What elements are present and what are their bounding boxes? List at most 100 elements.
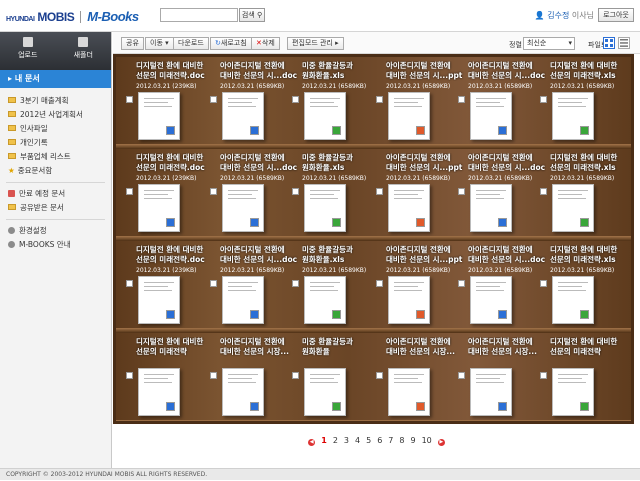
- document-checkbox[interactable]: [126, 372, 133, 379]
- sidebar-folder-important[interactable]: ★ 중요문서함: [0, 164, 111, 178]
- document-thumbnail[interactable]: [138, 276, 180, 324]
- page-number[interactable]: 7: [388, 436, 393, 445]
- document-checkbox[interactable]: [210, 372, 217, 379]
- page-number[interactable]: 2: [333, 436, 338, 445]
- document-item[interactable]: 미중 환율갈등과 원화환율.xls 2012.03.21 (6589KB): [284, 57, 366, 145]
- sidebar-guide[interactable]: M-BOOKS 안내: [0, 238, 111, 252]
- document-item[interactable]: 아이존디지털 전환에 대비한 선문의 시...doc 2012.03.21 (658…: [450, 57, 545, 145]
- share-button[interactable]: 공유: [121, 37, 144, 50]
- document-item[interactable]: 디지털전 환에 대비한 선문의 미래전략.doc 2012.03.21 (239KB…: [118, 149, 205, 237]
- page-number[interactable]: 10: [422, 436, 432, 445]
- brand-logo[interactable]: HYUNDAI MOBIS M-Books: [6, 9, 139, 24]
- refresh-button[interactable]: ↻새로고침: [210, 37, 252, 50]
- sidebar-folder[interactable]: 개인기록: [0, 136, 111, 150]
- sort-select[interactable]: 최신순 ▾: [523, 37, 575, 50]
- page-number[interactable]: 3: [344, 436, 349, 445]
- document-thumbnail[interactable]: [470, 184, 512, 232]
- document-thumbnail[interactable]: [304, 184, 346, 232]
- document-thumbnail[interactable]: [552, 276, 594, 324]
- document-checkbox[interactable]: [376, 280, 383, 287]
- document-checkbox[interactable]: [540, 280, 547, 287]
- document-checkbox[interactable]: [292, 96, 299, 103]
- page-number[interactable]: 8: [399, 436, 404, 445]
- document-item[interactable]: 미중 환율갈등과 원화환율.xls 2012.03.21 (6589KB): [284, 241, 366, 329]
- document-item[interactable]: 디지털전 환에 대비한 선문의 미래전략.xls 2012.03.21 (6589K…: [532, 149, 617, 237]
- document-checkbox[interactable]: [126, 280, 133, 287]
- document-item[interactable]: 아이존디지털 전환에 대비한 선문의 시...doc 2012.03.21 (658…: [450, 149, 545, 237]
- page-number[interactable]: 1: [321, 436, 327, 445]
- document-thumbnail[interactable]: [138, 184, 180, 232]
- document-thumbnail[interactable]: [552, 92, 594, 140]
- page-number[interactable]: 5: [366, 436, 371, 445]
- document-item[interactable]: 아이존디지털 전환에 대비한 선문의 시...doc 2012.03.21 (658…: [202, 241, 297, 329]
- document-thumbnail[interactable]: [388, 368, 430, 416]
- download-button[interactable]: 다운로드: [173, 37, 209, 50]
- document-checkbox[interactable]: [458, 188, 465, 195]
- document-thumbnail[interactable]: [138, 92, 180, 140]
- document-checkbox[interactable]: [376, 372, 383, 379]
- document-item[interactable]: 아이존디지털 전환에 대비한 선문의 시장...: [450, 333, 537, 421]
- sidebar-section-title[interactable]: ▸ 내 문서: [0, 70, 111, 88]
- sidebar-folder[interactable]: 3분기 매출계획: [0, 94, 111, 108]
- document-thumbnail[interactable]: [388, 92, 430, 140]
- document-item[interactable]: 아이존디지털 전환에 대비한 선문의 시...ppt 2012.03.21 (658…: [368, 241, 462, 329]
- document-thumbnail[interactable]: [552, 184, 594, 232]
- document-item[interactable]: 아이존디지털 전환에 대비한 선문의 시장...: [368, 333, 455, 421]
- document-thumbnail[interactable]: [222, 92, 264, 140]
- document-thumbnail[interactable]: [222, 184, 264, 232]
- sidebar-folder[interactable]: 2012년 사업계획서: [0, 108, 111, 122]
- document-item[interactable]: 미중 환율갈등과 원화환율: [284, 333, 362, 421]
- sidebar-folder[interactable]: 부품업체 리스트: [0, 150, 111, 164]
- document-thumbnail[interactable]: [470, 368, 512, 416]
- document-checkbox[interactable]: [540, 372, 547, 379]
- next-page-icon[interactable]: ▶: [437, 439, 445, 446]
- document-title[interactable]: 디지털전 환에 대비한 선문의 미래전략.xls: [550, 61, 628, 81]
- document-checkbox[interactable]: [376, 188, 383, 195]
- document-thumbnail[interactable]: [304, 276, 346, 324]
- logout-button[interactable]: 로그아웃: [598, 8, 634, 22]
- new-folder-button[interactable]: 새폴더: [56, 32, 112, 70]
- sidebar-shared[interactable]: 공유받은 문서: [0, 201, 111, 215]
- document-item[interactable]: 디지털전 환에 대비한 선문의 미래전략: [118, 333, 203, 421]
- document-item[interactable]: 아이존디지털 전환에 대비한 선문의 시...doc 2012.03.21 (658…: [202, 57, 297, 145]
- document-thumbnail[interactable]: [388, 276, 430, 324]
- document-checkbox[interactable]: [458, 372, 465, 379]
- page-number[interactable]: 9: [410, 436, 415, 445]
- document-item[interactable]: 아이존디지털 전환에 대비한 선문의 시...doc 2012.03.21 (658…: [450, 241, 545, 329]
- document-title[interactable]: 디지털전 환에 대비한 선문의 미래전략: [550, 337, 628, 357]
- document-checkbox[interactable]: [458, 280, 465, 287]
- user-info[interactable]: 👤 김수정 이사님: [535, 10, 594, 21]
- document-thumbnail[interactable]: [470, 92, 512, 140]
- document-thumbnail[interactable]: [304, 368, 346, 416]
- edit-mode-button[interactable]: 편집모드 관리 ▸: [287, 37, 344, 50]
- document-item[interactable]: 디지털전 환에 대비한 선문의 미래전략: [532, 333, 617, 421]
- document-item[interactable]: 아이존디지털 전환에 대비한 선문의 시장...: [202, 333, 289, 421]
- grid-view-icon[interactable]: [603, 37, 615, 49]
- move-button[interactable]: 이동 ▾: [145, 37, 174, 50]
- document-checkbox[interactable]: [458, 96, 465, 103]
- document-thumbnail[interactable]: [388, 184, 430, 232]
- list-view-icon[interactable]: [618, 37, 630, 49]
- document-checkbox[interactable]: [292, 280, 299, 287]
- document-checkbox[interactable]: [210, 280, 217, 287]
- document-checkbox[interactable]: [210, 188, 217, 195]
- document-thumbnail[interactable]: [138, 368, 180, 416]
- document-checkbox[interactable]: [540, 96, 547, 103]
- document-title[interactable]: 디지털전 환에 대비한 선문의 미래전략.xls: [550, 245, 628, 265]
- page-number[interactable]: 6: [377, 436, 382, 445]
- document-checkbox[interactable]: [126, 188, 133, 195]
- upload-button[interactable]: 업로드: [0, 32, 56, 70]
- search-input[interactable]: [160, 8, 238, 22]
- sidebar-expiring[interactable]: 만료 예정 문서: [0, 187, 111, 201]
- document-item[interactable]: 미중 환율갈등과 원화환율.xls 2012.03.21 (6589KB): [284, 149, 366, 237]
- sidebar-settings[interactable]: 환경설정: [0, 224, 111, 238]
- document-thumbnail[interactable]: [222, 276, 264, 324]
- document-item[interactable]: 디지털전 환에 대비한 선문의 미래전략.xls 2012.03.21 (6589K…: [532, 57, 617, 145]
- search-button[interactable]: 검색 ⚲: [239, 8, 265, 22]
- document-item[interactable]: 디지털전 환에 대비한 선문의 미래전략.doc 2012.03.21 (239KB…: [118, 57, 205, 145]
- document-thumbnail[interactable]: [222, 368, 264, 416]
- document-checkbox[interactable]: [540, 188, 547, 195]
- document-thumbnail[interactable]: [470, 276, 512, 324]
- prev-page-icon[interactable]: ◀: [308, 439, 316, 446]
- document-item[interactable]: 디지털전 환에 대비한 선문의 미래전략.doc 2012.03.21 (239KB…: [118, 241, 205, 329]
